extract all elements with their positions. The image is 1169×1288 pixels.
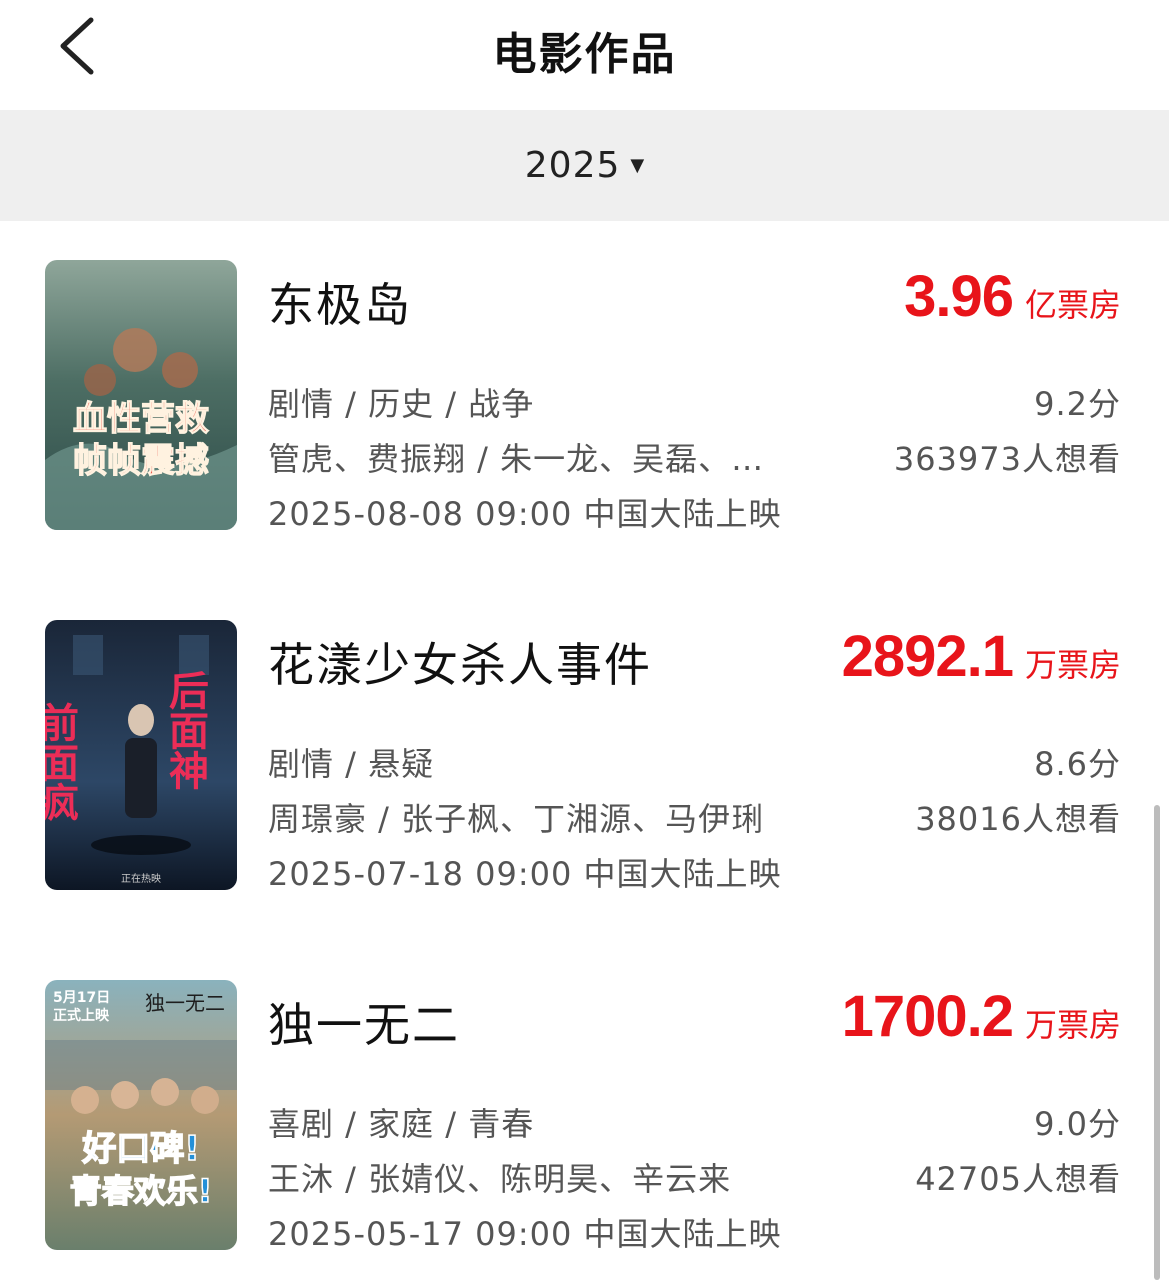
box-office: 1700.2 万票房 [842, 983, 1121, 1050]
year-dropdown[interactable]: 2025 ▼ [525, 145, 644, 186]
poster-text: 独一无二 [145, 991, 225, 1015]
poster-text: 好口碑! [81, 1129, 200, 1169]
movie-release: 2025-08-08 09:00 中国大陆上映 [268, 495, 782, 533]
movie-release: 2025-07-18 09:00 中国大陆上映 [268, 855, 782, 893]
page-title: 电影作品 [492, 29, 677, 80]
movie-score: 9.0分 [1034, 1105, 1121, 1143]
poster-image: 5月17日 正式上映 独一无二 好口碑! 青春欢乐! [45, 980, 237, 1250]
movie-title[interactable]: 独一无二 [268, 989, 460, 1055]
movie-score: 8.6分 [1034, 745, 1121, 783]
poster-text: 血性营救 [73, 399, 209, 439]
movie-poster[interactable]: 血性营救 帧帧震撼 [45, 260, 237, 530]
movie-poster[interactable]: 前面疯 后面神 正在热映 [45, 620, 237, 890]
movie-genre: 剧情 / 悬疑 [268, 745, 435, 783]
movie-item[interactable]: 血性营救 帧帧震撼 东极岛 3.96 亿票房 剧情 / 历史 / 战争 管虎、费… [0, 221, 1169, 533]
movie-title[interactable]: 东极岛 [268, 269, 412, 335]
poster-text: 5月17日 [53, 990, 110, 1006]
poster-image: 血性营救 帧帧震撼 [45, 260, 237, 530]
movie-genre: 喜剧 / 家庭 / 青春 [268, 1105, 535, 1143]
movie-cast: 周璟豪 / 张子枫、丁湘源、马伊琍 [268, 800, 765, 838]
box-office-value: 1700.2 [841, 984, 1014, 1049]
movie-score: 9.2分 [1034, 385, 1121, 423]
box-office: 2892.1 万票房 [842, 623, 1121, 690]
poster-text: 后面神 [162, 670, 209, 790]
box-office-value: 2892.1 [841, 624, 1014, 689]
movie-cast: 王沐 / 张婧仪、陈明昊、辛云来 [268, 1160, 732, 1198]
box-office: 3.96 亿票房 [904, 263, 1121, 330]
box-office-unit: 万票房 [1024, 1006, 1121, 1044]
movie-genre: 剧情 / 历史 / 战争 [268, 385, 535, 423]
box-office-value: 3.96 [904, 264, 1014, 329]
box-office-unit: 亿票房 [1024, 286, 1121, 324]
movie-poster[interactable]: 5月17日 正式上映 独一无二 好口碑! 青春欢乐! [45, 980, 237, 1250]
poster-text: 青春欢乐! [70, 1172, 213, 1210]
poster-text: 正式上映 [53, 1007, 110, 1024]
movie-cast: 管虎、费振翔 / 朱一龙、吴磊、… [268, 440, 765, 478]
movie-wants: 363973人想看 [893, 440, 1121, 478]
movie-item[interactable]: 前面疯 后面神 正在热映 花漾少女杀人事件 2892.1 万票房 剧情 / 悬疑… [0, 581, 1169, 893]
scrollbar[interactable] [1154, 805, 1160, 1280]
year-value: 2025 [524, 145, 621, 186]
movie-item[interactable]: 5月17日 正式上映 独一无二 好口碑! 青春欢乐! 独一无二 1700.2 万… [0, 941, 1169, 1253]
nav-bar: 电影作品 [0, 0, 1169, 110]
movie-release: 2025-05-17 09:00 中国大陆上映 [268, 1215, 782, 1253]
poster-text: 帧帧震撼 [73, 441, 209, 481]
poster-image: 前面疯 后面神 正在热映 [45, 620, 237, 890]
caret-down-icon: ▼ [630, 155, 645, 176]
year-filter-bar: 2025 ▼ [0, 110, 1169, 221]
poster-text: 前面疯 [45, 702, 79, 822]
movie-wants: 38016人想看 [915, 800, 1121, 838]
box-office-unit: 万票房 [1024, 646, 1121, 684]
poster-text: 正在热映 [121, 872, 161, 885]
movie-wants: 42705人想看 [915, 1160, 1121, 1198]
movie-title[interactable]: 花漾少女杀人事件 [268, 629, 652, 695]
